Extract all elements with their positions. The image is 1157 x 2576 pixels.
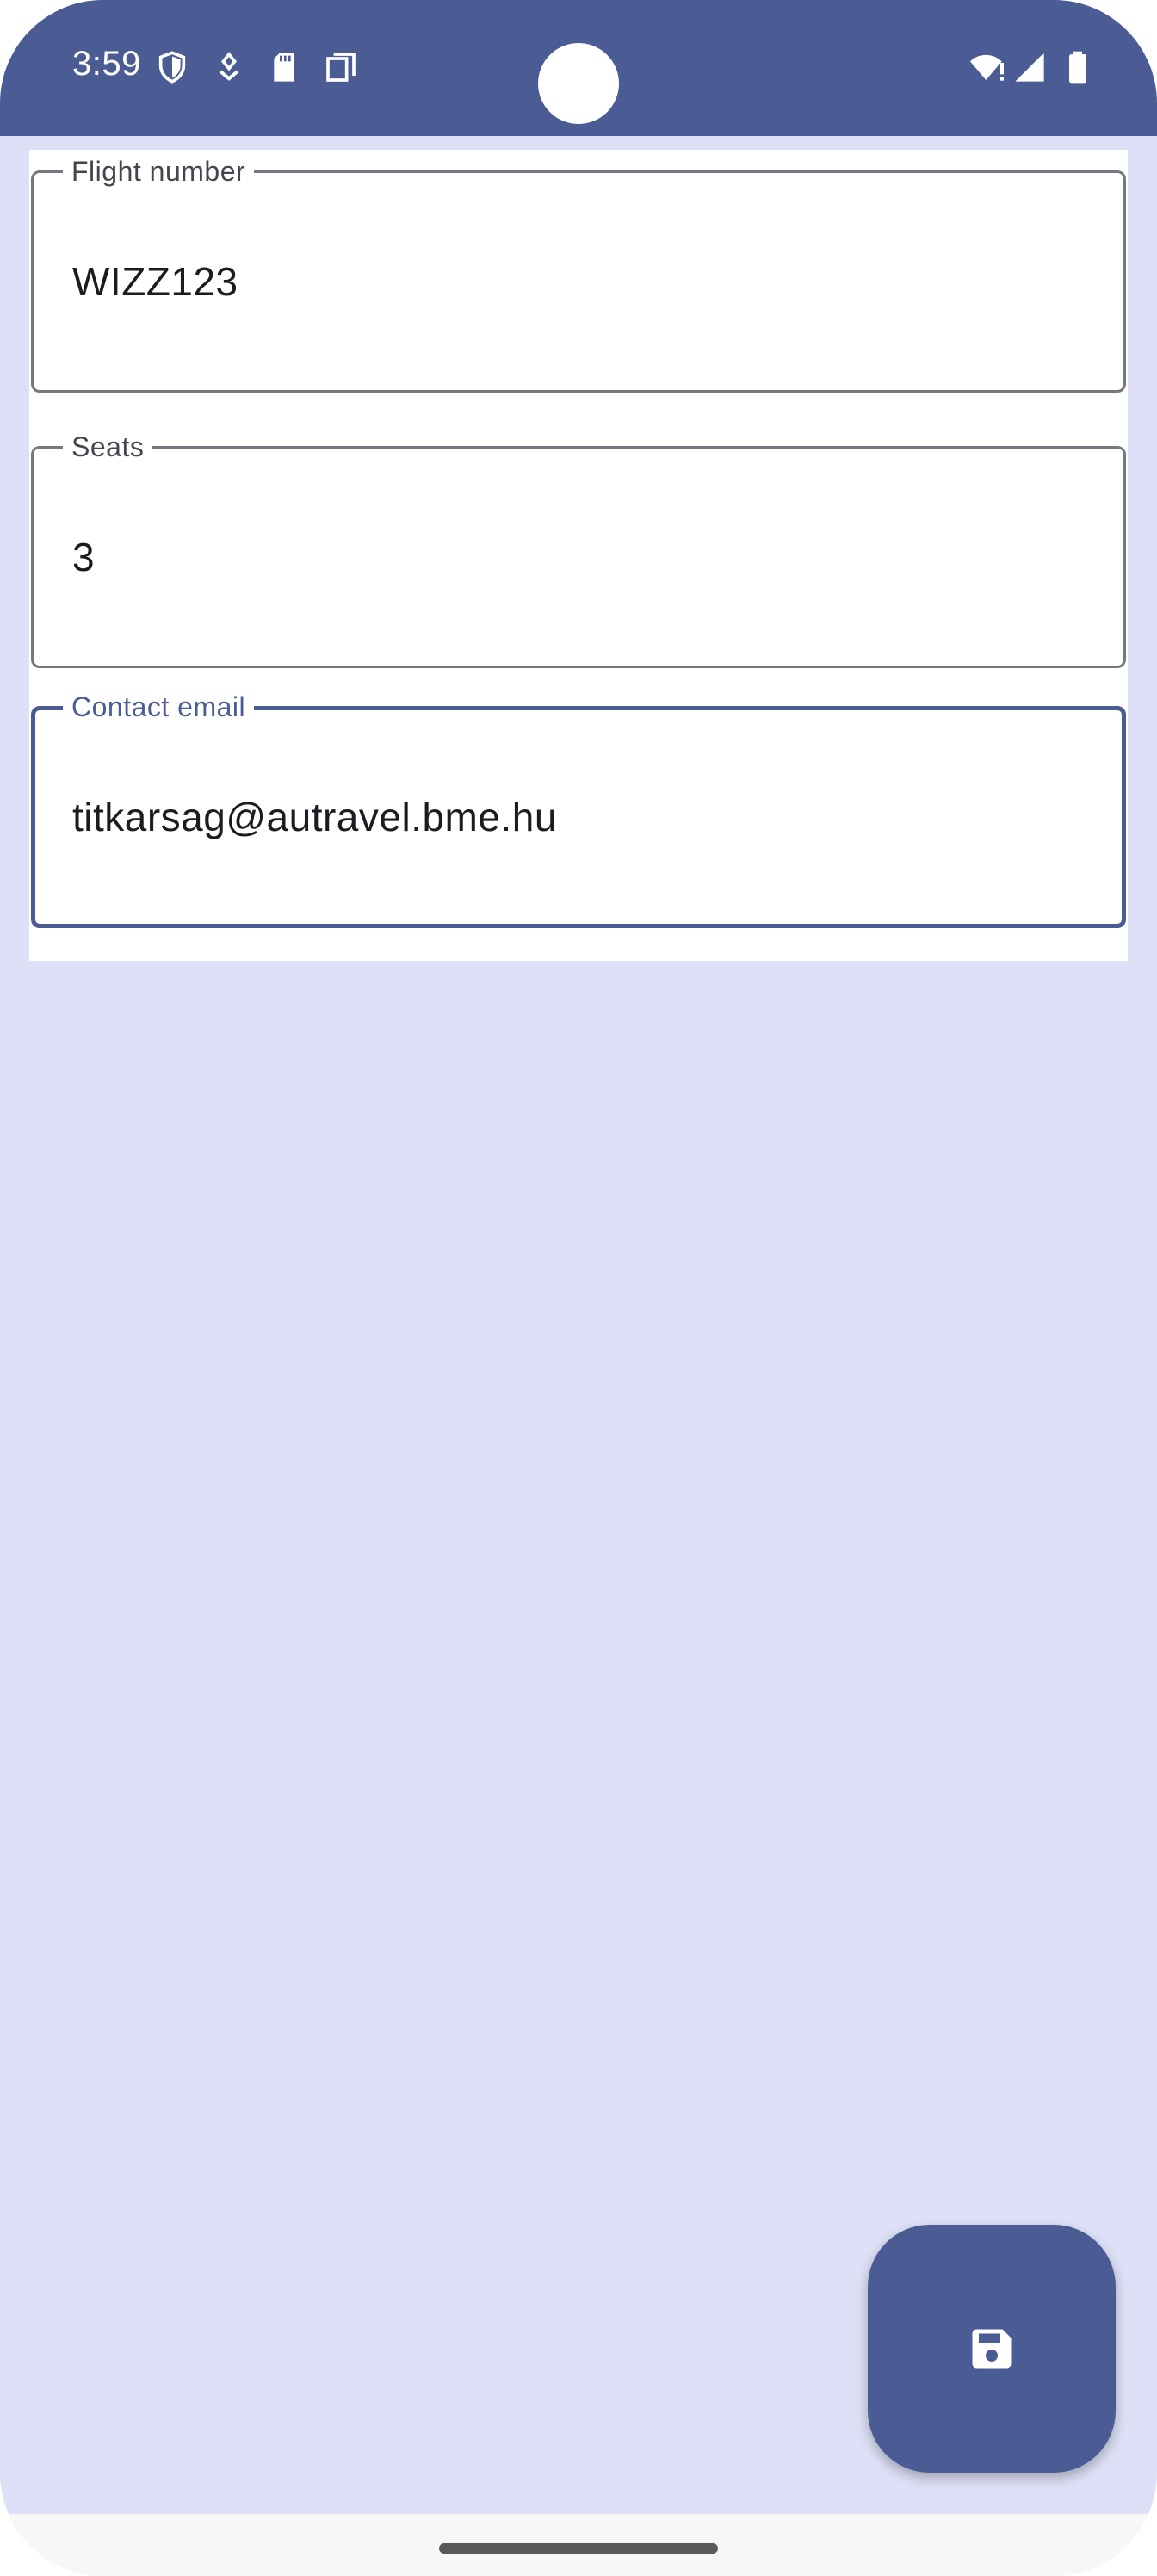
sd-card-icon (274, 53, 294, 82)
contact-email-value[interactable]: titkarsag@autravel.bme.hu (72, 795, 557, 839)
navigation-bar (0, 2514, 1157, 2576)
status-time: 3:59 (72, 45, 141, 83)
contact-email-label: Contact email (63, 691, 255, 722)
phone-screen: 3:59 Flight number WIZZ123 Seats 3 Conta… (0, 0, 1157, 2576)
seats-field[interactable]: Seats 3 (31, 431, 1126, 668)
save-icon (972, 2329, 1012, 2369)
shield-icon (158, 51, 186, 84)
flight-number-value[interactable]: WIZZ123 (72, 259, 238, 304)
front-camera (538, 43, 619, 124)
battery-icon (1069, 51, 1086, 84)
seats-container: Seats 3 (29, 425, 1128, 701)
seats-value[interactable]: 3 (72, 535, 95, 579)
flight-number-label: Flight number (63, 156, 255, 187)
save-button[interactable] (868, 2225, 1116, 2473)
flight-number-container: Flight number WIZZ123 (29, 150, 1128, 425)
location-pin-icon (219, 52, 239, 81)
status-bar: 3:59 (0, 0, 1157, 136)
contact-email-container: Contact email titkarsag@autravel.bme.hu (29, 685, 1128, 961)
copy-icon (326, 53, 356, 82)
seats-label: Seats (63, 431, 153, 462)
flight-number-field[interactable]: Flight number WIZZ123 (31, 156, 1126, 393)
home-gesture-handle[interactable] (439, 2543, 718, 2554)
wifi-alert-icon (970, 54, 1004, 81)
contact-email-field[interactable]: Contact email titkarsag@autravel.bme.hu (31, 691, 1126, 928)
cell-signal-icon (1015, 53, 1044, 82)
